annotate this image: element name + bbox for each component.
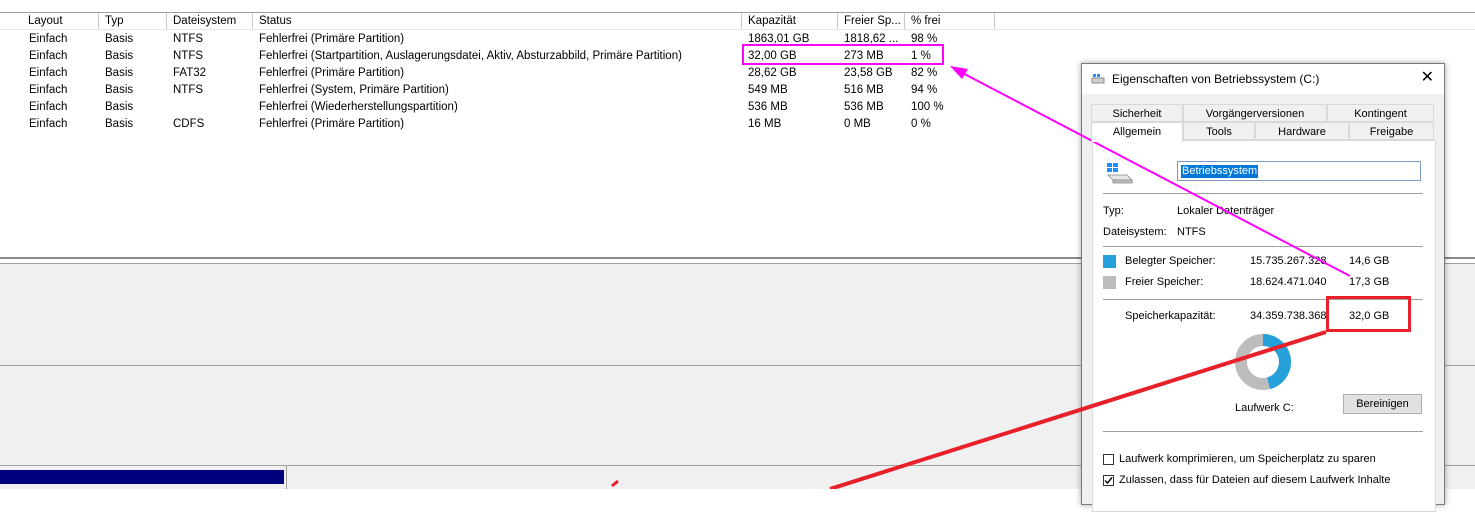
red-arrow-line bbox=[829, 330, 1327, 489]
tab-allgemein[interactable]: Allgemein bbox=[1091, 122, 1183, 142]
magenta-arrow-head bbox=[950, 66, 968, 79]
red-mark bbox=[611, 479, 619, 488]
annotation-overlay bbox=[611, 66, 1351, 489]
magenta-arrow-line bbox=[952, 67, 1351, 277]
